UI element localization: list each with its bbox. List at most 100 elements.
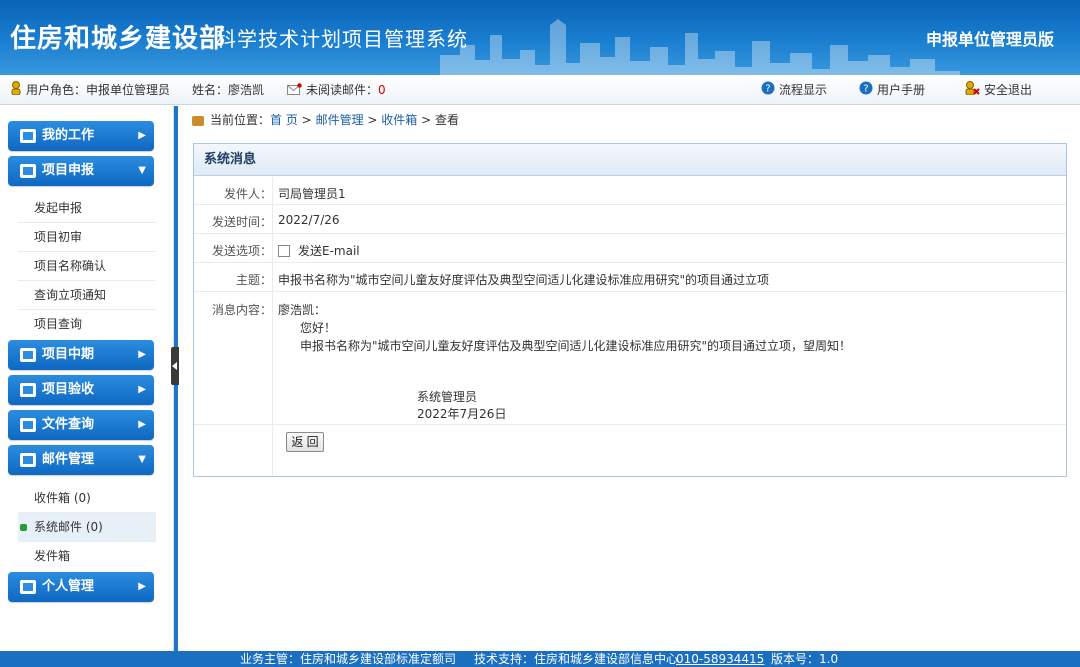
chevron-down-icon: ▼ [138,454,146,465]
sidebar-item-project-query[interactable]: 项目查询 [18,310,156,339]
breadcrumb: 当前位置：首 页 > 邮件管理 > 收件箱 > 查看 [192,106,459,134]
breadcrumb-separator: > [421,113,432,127]
email-option-label: 发送E-mail [298,244,360,258]
user-manual-label: 用户手册 [877,83,926,97]
sidebar-item-initial-review[interactable]: 项目初审 [18,223,156,252]
folder-icon [20,580,36,594]
user-role-text: 用户角色：申报单位管理员 [26,83,171,97]
content-signer: 系统管理员 [417,390,478,404]
sidebar-item-system-mail[interactable]: 系统邮件 (0) [18,513,156,542]
sidebar-item-inbox[interactable]: 收件箱 (0) [18,484,156,513]
nav-label: 项目中期 [42,347,95,362]
nav-label: 文件查询 [42,417,95,432]
subject-label: 主题： [235,273,272,287]
active-dot-icon [20,524,27,531]
nav-label: 我的工作 [42,128,95,143]
chevron-right-icon: ▶ [138,349,146,360]
breadcrumb-separator: > [367,113,378,127]
flow-display-link[interactable]: ? 流程显示 [761,75,827,105]
breadcrumb-separator: > [301,113,312,127]
footer: 业务主管：住房和城乡建设部标准定额司 技术支持：住房和城乡建设部信息中心 010… [0,651,1080,667]
breadcrumb-current: 查看 [435,113,460,127]
city-skyline-graphic [440,19,960,75]
row-divider [272,177,273,204]
sidebar-item-start-application[interactable]: 发起申报 [18,194,156,223]
help-icon: ? [761,76,775,106]
content-body: 申报书名称为"城市空间儿童友好度评估及典型空间适儿化建设标准应用研究"的项目通过… [300,339,852,353]
subject-value: 申报书名称为"城市空间儿童友好度评估及典型空间适儿化建设标准应用研究"的项目通过… [278,273,770,287]
unread-count: 0 [378,83,386,97]
email-option: 发送E-mail [278,242,360,259]
nav-project-application[interactable]: 项目申报 ▼ [8,156,154,186]
nav-personal-management[interactable]: 个人管理 ▶ [8,572,154,602]
folder-icon [20,348,36,362]
logout-icon [964,76,980,106]
unread-mail[interactable]: 未阅读邮件：0 [287,75,386,105]
row-divider [272,292,273,424]
content-row: 消息内容： 廖浩凯： 您好！ 申报书名称为"城市空间儿童友好度评估及典型空间适儿… [194,292,1066,425]
sender-label: 发件人： [223,187,272,201]
ministry-title: 住房和城乡建设部 [10,24,227,54]
back-button[interactable]: 返 回 [286,432,324,452]
user-name: 姓名：廖浩凯 [192,83,265,97]
user-info-bar: 用户角色：申报单位管理员 姓名：廖浩凯 未阅读邮件：0 ? 流程显示 ? 用户手… [0,75,1080,105]
folder-icon [20,453,36,467]
footer-version: 版本号：1.0 [771,652,839,666]
time-row: 发送时间： 2022/7/26 [194,205,1066,234]
user-icon [10,76,22,106]
mail-icon [287,76,302,106]
row-divider [272,263,273,291]
chevron-right-icon: ▶ [138,419,146,430]
nav-my-work[interactable]: 我的工作 ▶ [8,121,154,151]
user-manual-link[interactable]: ? 用户手册 [859,75,925,105]
time-label: 发送时间： [211,215,272,229]
content-greeting: 廖浩凯： [278,303,327,317]
chevron-right-icon: ▶ [138,581,146,592]
svg-text:?: ? [863,83,868,94]
footer-owner: 业务主管：住房和城乡建设部标准定额司 [240,652,457,666]
sender-row: 发件人： 司局管理员1 [194,177,1066,205]
help-icon: ? [859,76,873,106]
unread-label: 未阅读邮件： [306,83,379,97]
sender-value: 司局管理员1 [278,187,346,201]
nav-project-acceptance[interactable]: 项目验收 ▶ [8,375,154,405]
nav-mail-management[interactable]: 邮件管理 ▼ [8,445,154,475]
system-title: 科学技术计划项目管理系统 [216,27,468,51]
edition-label: 申报单位管理员版 [925,30,1054,49]
sidebar: 我的工作 ▶ 项目申报 ▼ 发起申报 项目初审 项目名称确认 查询立项通知 项目… [0,106,174,651]
panel-title: 系统消息 [194,144,1066,176]
nav-file-query[interactable]: 文件查询 ▶ [8,410,154,440]
content-date: 2022年7月26日 [417,407,507,421]
sidebar-item-label: 系统邮件 (0) [34,520,103,534]
send-email-checkbox[interactable] [278,245,290,257]
chevron-down-icon: ▼ [138,165,146,176]
user-role: 用户角色：申报单位管理员 [10,75,170,105]
flow-display-label: 流程显示 [779,83,828,97]
nav-label: 项目申报 [42,163,95,178]
time-value: 2022/7/26 [278,213,340,227]
options-label: 发送选项： [211,244,272,258]
message-panel: 系统消息 发件人： 司局管理员1 发送时间： 2022/7/26 发送选项： 发… [193,143,1067,477]
nav-label: 项目验收 [42,382,95,397]
sidebar-item-outbox[interactable]: 发件箱 [18,542,156,571]
sidebar-item-name-confirm[interactable]: 项目名称确认 [18,252,156,281]
chevron-right-icon: ▶ [138,384,146,395]
footer-phone[interactable]: 010-58934415 [676,651,764,667]
breadcrumb-prefix: 当前位置： [210,113,271,127]
nav-label: 邮件管理 [42,452,95,467]
options-row: 发送选项： 发送E-mail [194,234,1066,263]
row-divider [272,205,273,233]
subject-row: 主题： 申报书名称为"城市空间儿童友好度评估及典型空间适儿化建设标准应用研究"的… [194,263,1066,292]
footer-support: 技术支持：住房和城乡建设部信息中心 [474,652,679,666]
nav-label: 个人管理 [42,579,95,594]
nav-project-midterm[interactable]: 项目中期 ▶ [8,340,154,370]
folder-icon [20,129,36,143]
breadcrumb-mail[interactable]: 邮件管理 [316,113,364,127]
content-hello: 您好！ [300,321,337,335]
location-pin-icon [192,115,204,126]
breadcrumb-home[interactable]: 首 页 [270,113,298,127]
breadcrumb-inbox[interactable]: 收件箱 [381,113,417,127]
collapse-sidebar-handle[interactable] [171,347,179,385]
logout-link[interactable]: 安全退出 [964,75,1032,105]
sidebar-item-approval-notice[interactable]: 查询立项通知 [18,281,156,310]
